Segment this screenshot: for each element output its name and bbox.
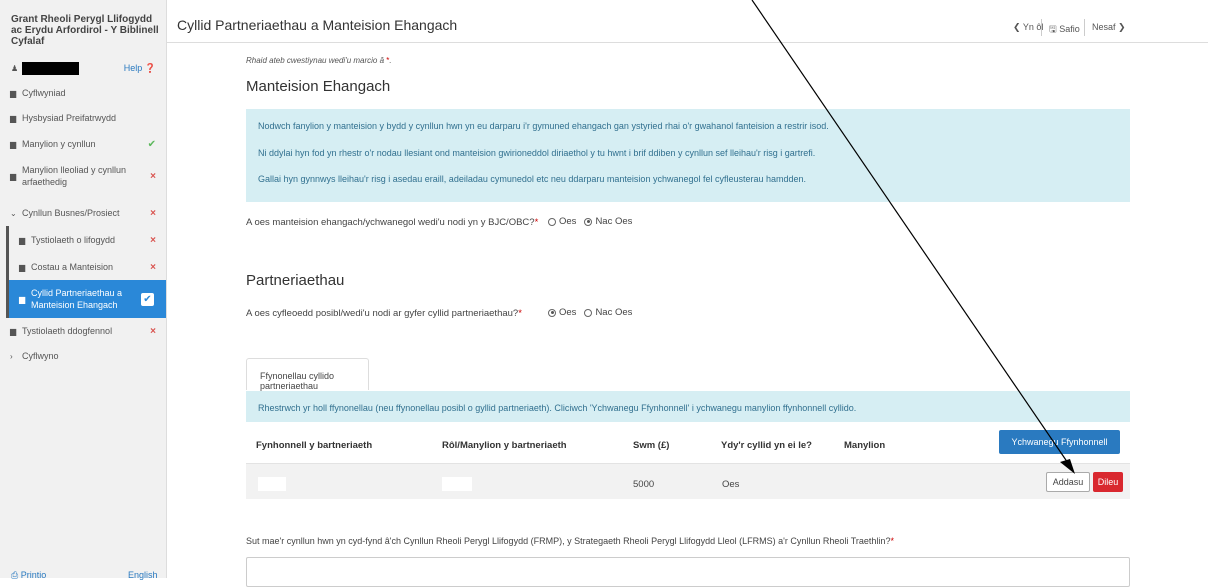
document-icon: ▆	[10, 171, 17, 181]
language-link[interactable]: English	[128, 570, 158, 580]
app-title: Grant Rheoli Perygl Llifogydd ac Erydu A…	[11, 14, 159, 47]
edit-button[interactable]: Addasu	[1046, 472, 1090, 492]
print-link[interactable]: ⎙ Printio	[11, 570, 46, 581]
save-icon: 🖫	[1049, 24, 1057, 34]
info-line: Gallai hyn gynnwys lleihau'r risg i ased…	[258, 174, 807, 184]
incomplete-cross-icon: ×	[150, 207, 156, 219]
info-line: Ni ddylai hyn fod yn rhestr o'r nodau ll…	[258, 148, 816, 158]
q2-radio-nac-oes[interactable]: Nac Oes	[584, 307, 632, 318]
document-icon: ▆	[10, 113, 17, 123]
print-icon: ⎙	[11, 570, 19, 580]
add-source-button[interactable]: Ychwanegu Ffynhonnell	[999, 430, 1120, 454]
sidebar: Grant Rheoli Perygl Llifogydd ac Erydu A…	[0, 0, 167, 581]
sidebar-item-location[interactable]: ▆ Manylion lleoliad y cynllun arfaethedi…	[0, 163, 166, 189]
help-link[interactable]: Help ❓	[124, 63, 156, 74]
sidebar-item-documentary-evidence[interactable]: ▆ Tystiolaeth ddogfennol ×	[0, 324, 166, 338]
in-place-cell: Oes	[722, 479, 740, 490]
next-button[interactable]: Nesaf ❯	[1092, 22, 1126, 33]
redacted-role-cell	[442, 477, 472, 491]
benefits-info-box: Nodwch fanylion y manteision y bydd y cy…	[246, 109, 1130, 202]
sidebar-item-label: Manylion lleoliad y cynllun arfaethedig	[22, 165, 127, 187]
sidebar-item-label: Tystiolaeth ddogfennol	[22, 326, 113, 336]
column-header: Rôl/Manylion y bartneriaeth	[442, 440, 567, 451]
sidebar-item-label: Costau a Manteision	[31, 262, 114, 272]
document-icon: ▆	[19, 262, 26, 272]
funding-sources-info: Rhestrwch yr holl ffynonellau (neu ffyno…	[246, 391, 1130, 422]
user-icon: ♟	[11, 64, 19, 73]
incomplete-cross-icon: ×	[150, 325, 156, 337]
q1-radio-oes[interactable]: Oes	[548, 216, 576, 227]
sidebar-item-submit[interactable]: › Cyflwyno	[0, 349, 166, 363]
user-row: ♟ Help ❓	[11, 62, 156, 76]
sidebar-item-flood-evidence[interactable]: ▆ Tystiolaeth o lifogydd ×	[6, 226, 166, 254]
document-icon: ▆	[10, 88, 17, 98]
info-line: Nodwch fanylion y manteision y bydd y cy…	[258, 121, 829, 131]
alignment-textarea[interactable]	[246, 557, 1130, 587]
sidebar-item-label: Hysbysiad Preifatrwydd	[22, 113, 117, 123]
q2-label: A oes cyfleoedd posibl/wedi'u nodi ar gy…	[246, 308, 522, 319]
sidebar-item-privacy[interactable]: ▆ Hysbysiad Preifatrwydd	[0, 111, 166, 125]
incomplete-cross-icon: ×	[150, 261, 156, 273]
sidebar-item-scheme-details[interactable]: ▆ Manylion y cynllun ✔	[0, 137, 166, 151]
document-icon: ▆	[19, 235, 26, 245]
complete-check-icon: ✔	[147, 138, 156, 150]
table-row: 5000 Oes Addasu Dileu	[246, 463, 1130, 499]
sidebar-item-partnership-funding[interactable]: ▆ Cyllid Partneriaethau a Manteision Eha…	[6, 280, 166, 318]
tab-funding-sources[interactable]: Ffynonellau cyllido partneriaethau	[246, 358, 369, 391]
incomplete-cross-icon: ×	[150, 170, 156, 182]
page-title: Cyllid Partneriaethau a Manteision Ehang…	[177, 17, 458, 33]
save-button[interactable]: 🖫 Safio	[1049, 22, 1080, 38]
chevron-down-icon: ⌄	[10, 208, 17, 218]
sidebar-item-label: Tystiolaeth o lifogydd	[31, 235, 116, 245]
sidebar-item-business-case[interactable]: ⌄ Cynllun Busnes/Prosiect ×	[0, 206, 166, 220]
sidebar-item-label: Cyflwyniad	[22, 88, 66, 98]
q2-radio-group: Oes Nac Oes	[548, 307, 632, 318]
top-bar: Cyllid Partneriaethau a Manteision Ehang…	[167, 10, 1208, 43]
required-star: *	[386, 56, 390, 65]
benefits-heading: Manteision Ehangach	[246, 78, 391, 95]
sidebar-item-label: Cynllun Busnes/Prosiect	[22, 208, 120, 218]
complete-check-icon: ✔	[141, 292, 154, 306]
document-icon: ▆	[10, 326, 17, 336]
q1-radio-nac-oes[interactable]: Nac Oes	[584, 216, 632, 227]
sidebar-item-label: Manylion y cynllun	[22, 139, 96, 149]
required-note: Rhaid ateb cwestiynau wedi'u marcio â *.	[246, 56, 392, 65]
incomplete-cross-icon: ×	[150, 234, 156, 246]
alignment-question: Sut mae'r cynllun hwn yn cyd-fynd â'ch C…	[246, 536, 894, 546]
redacted-username	[22, 62, 79, 75]
sidebar-item-cyflwyniad[interactable]: ▆ Cyflwyniad	[0, 86, 166, 100]
column-header: Swm (£)	[633, 440, 670, 451]
q2-radio-oes[interactable]: Oes	[548, 307, 576, 318]
q1-radio-group: Oes Nac Oes	[548, 216, 632, 227]
sidebar-item-label: Cyflwyno	[22, 351, 59, 361]
chevron-right-icon: ›	[10, 351, 13, 361]
chevron-left-icon: ❮	[1013, 22, 1021, 32]
sidebar-item-costs-benefits[interactable]: ▆ Costau a Manteision ×	[6, 254, 166, 280]
q1-label: A oes manteision ehangach/ychwanegol wed…	[246, 217, 539, 228]
partnership-heading: Partneriaethau	[246, 272, 345, 289]
chevron-right-icon: ❯	[1118, 22, 1126, 32]
amount-cell: 5000	[633, 479, 655, 490]
delete-button[interactable]: Dileu	[1093, 472, 1123, 492]
column-header: Ydy'r cyllid yn ei le?	[721, 440, 812, 451]
column-header: Fynhonnell y bartneriaeth	[256, 440, 373, 451]
document-icon: ▆	[10, 139, 17, 149]
help-icon: ❓	[144, 63, 156, 73]
column-header: Manylion	[844, 440, 886, 451]
back-button[interactable]: ❮ Yn ôl	[1013, 22, 1043, 33]
sidebar-item-label: Cyllid Partneriaethau a Manteision Ehang…	[31, 288, 123, 310]
redacted-source-cell	[258, 477, 286, 491]
document-icon: ▆	[19, 294, 26, 304]
